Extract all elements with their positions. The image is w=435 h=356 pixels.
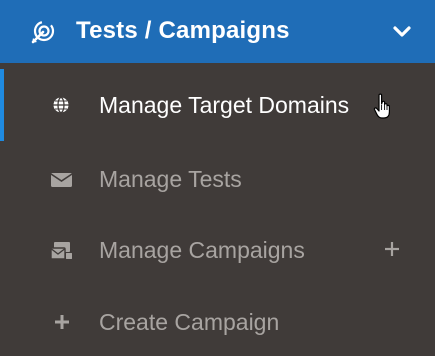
chevron-down-icon[interactable] <box>392 22 412 42</box>
target-icon <box>31 20 55 44</box>
plus-icon <box>55 315 69 329</box>
menu-item-label: Create Campaign <box>99 309 280 335</box>
envelope-icon <box>50 173 73 187</box>
active-indicator <box>0 69 4 141</box>
menu-item-label: Manage Tests <box>99 166 242 192</box>
menu-item-manage-target-domains[interactable]: Manage Target Domains <box>0 69 435 141</box>
expand-plus-icon[interactable] <box>382 239 402 259</box>
sidebar-menu: Tests / Campaigns Manage Target Domains … <box>0 0 435 356</box>
header-title: Tests / Campaigns <box>76 17 290 44</box>
tests-campaigns-header[interactable]: Tests / Campaigns <box>0 0 435 63</box>
menu-item-create-campaign[interactable]: Create Campaign <box>0 286 435 356</box>
menu-item-label: Manage Campaigns <box>99 237 305 263</box>
globe-icon <box>53 96 69 114</box>
menu-item-label: Manage Target Domains <box>99 92 350 118</box>
menu-item-manage-tests[interactable]: Manage Tests <box>0 143 435 215</box>
menu-item-manage-campaigns[interactable]: Manage Campaigns <box>0 214 435 286</box>
campaigns-icon <box>50 242 72 260</box>
